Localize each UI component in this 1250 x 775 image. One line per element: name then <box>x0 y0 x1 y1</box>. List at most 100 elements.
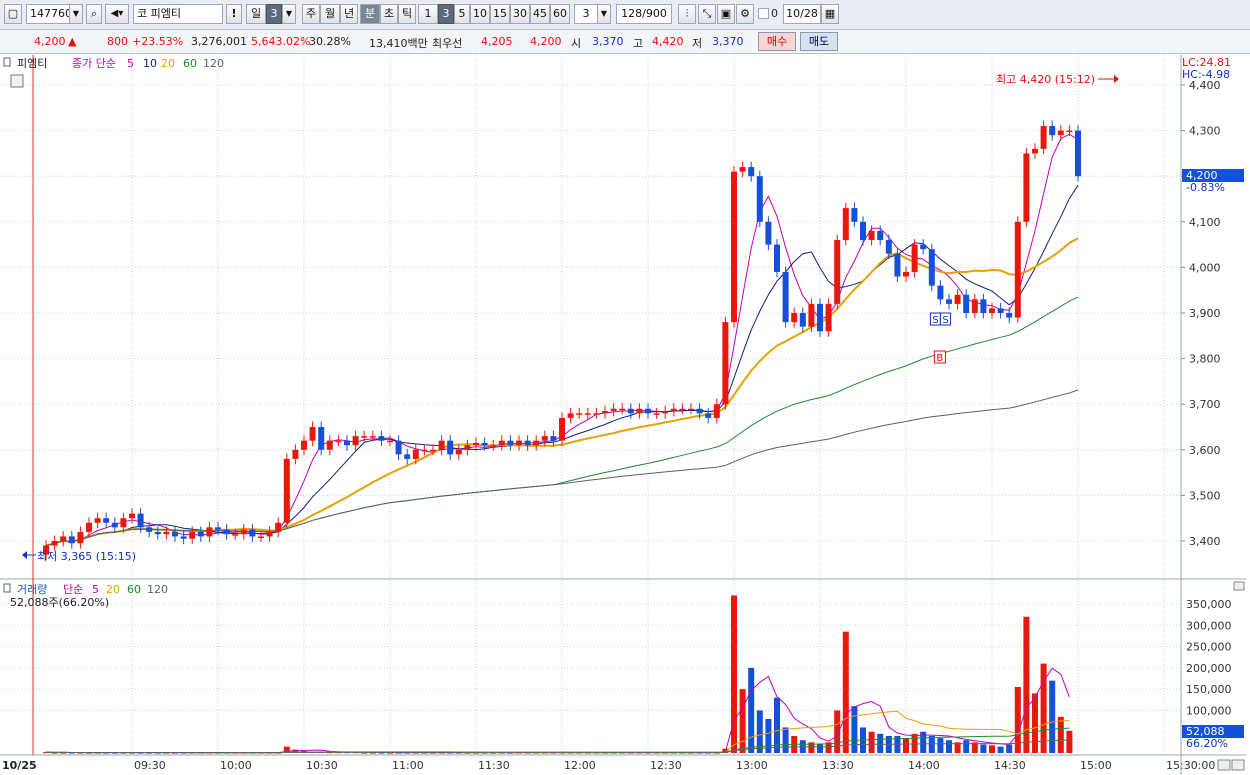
candle-body <box>567 413 574 418</box>
high-price: 4,420 <box>652 35 684 48</box>
volume-bar <box>748 667 755 753</box>
grid-toggle-icon[interactable] <box>10 74 24 88</box>
scroll-right-icon[interactable] <box>1231 759 1245 771</box>
quote-amount: 13,410백만 <box>369 37 428 50</box>
volume-bar <box>868 731 875 753</box>
tab-minute[interactable]: 분 <box>360 4 380 24</box>
ma5-label: 5 <box>127 57 134 70</box>
candle-body <box>266 531 273 537</box>
volume-bar <box>937 738 944 753</box>
market-label: 코 <box>137 7 148 20</box>
candle-body <box>361 436 368 438</box>
candle-body <box>481 442 488 446</box>
vol-ma60-label: 60 <box>127 583 141 596</box>
candle-body <box>550 436 557 441</box>
quote-price: 4,200 <box>34 35 66 48</box>
interval-input[interactable]: 3 <box>574 4 598 24</box>
buy-button[interactable]: 매수 <box>758 32 796 51</box>
volume-bar <box>851 706 858 753</box>
up-arrow-icon: ▲ <box>68 35 77 48</box>
price-panel-title: 피엠티 <box>17 57 47 70</box>
volume-tick-label: 100,000 <box>1186 704 1232 717</box>
candle-body <box>240 529 247 535</box>
candle-body <box>619 408 626 411</box>
interval-60-button[interactable]: 60 <box>550 4 570 24</box>
gear-icon[interactable]: ⚙ <box>736 4 754 24</box>
date-field[interactable]: 10/28 <box>783 4 821 24</box>
interval-1-button[interactable]: 1 <box>418 4 438 24</box>
candle-body <box>395 440 402 455</box>
candle-body <box>696 408 703 414</box>
candle-body <box>791 313 798 323</box>
candle-body <box>275 522 282 532</box>
interval-5-button[interactable]: 5 <box>454 4 470 24</box>
count-field[interactable]: 128/900 <box>616 4 672 24</box>
candle-body <box>318 427 325 450</box>
candle-body <box>610 408 617 412</box>
candle-body <box>352 436 359 446</box>
speaker-icon[interactable]: ◀▾ <box>105 4 129 24</box>
candle-body <box>834 240 841 304</box>
search-icon[interactable]: ⌕ <box>86 4 102 24</box>
candle-body <box>421 449 428 452</box>
time-tick-label: 12:00 <box>564 759 596 772</box>
ma60-label: 60 <box>183 57 197 70</box>
save-icon[interactable]: ▣ <box>717 4 735 24</box>
candle-body <box>51 541 58 546</box>
stock-name: 피엠티 <box>150 7 181 20</box>
tab-tick[interactable]: 틱 <box>398 4 416 24</box>
volume-bar <box>1032 693 1038 753</box>
calendar-icon[interactable]: ▦ <box>821 4 839 24</box>
candle-body <box>885 240 892 254</box>
candle-body <box>584 413 591 415</box>
period-dropdown-icon[interactable]: ▼ <box>282 4 296 24</box>
tab-second[interactable]: 초 <box>380 4 398 24</box>
window-icon[interactable]: ▢ <box>4 4 22 24</box>
candle-body <box>189 531 196 539</box>
open-price: 3,370 <box>592 35 624 48</box>
candle-body <box>464 445 471 450</box>
stock-name-field[interactable]: 코 피엠티 <box>133 4 223 24</box>
candle-body <box>662 411 669 414</box>
code-dropdown-icon[interactable]: ▼ <box>69 4 83 24</box>
volume-bar <box>903 738 909 753</box>
candle-body <box>326 440 333 450</box>
line-tool-icon[interactable]: ⤡ <box>698 4 716 24</box>
tab-week[interactable]: 주 <box>302 4 320 24</box>
low-price: 3,370 <box>712 35 744 48</box>
vol-ma20-label: 20 <box>106 583 120 596</box>
candle-body <box>971 299 978 313</box>
period-num[interactable]: 3 <box>266 4 282 24</box>
candle-body <box>782 271 789 323</box>
candle-body <box>206 527 213 537</box>
interval-10-button[interactable]: 10 <box>470 4 490 24</box>
price-tick-label: 3,800 <box>1189 353 1221 366</box>
price-tick-label: 3,700 <box>1189 398 1221 411</box>
interval-3-button[interactable]: 3 <box>438 4 454 24</box>
code-input[interactable]: 147760 <box>26 4 72 24</box>
candle-body <box>1075 130 1081 177</box>
tab-year[interactable]: 년 <box>340 4 358 24</box>
vol-panel-close-icon[interactable] <box>1233 581 1245 591</box>
date-checkbox[interactable] <box>758 8 769 19</box>
high-annotation: 최고 4,420 (15:12) <box>996 73 1095 86</box>
sell-button[interactable]: 매도 <box>800 32 838 51</box>
interval-dropdown-icon[interactable]: ▼ <box>597 4 611 24</box>
volume-bar <box>980 744 987 753</box>
interval-30-button[interactable]: 30 <box>510 4 530 24</box>
price-volume-chart[interactable]: 4,4004,3004,2004,1004,0003,9003,8003,700… <box>0 55 1250 775</box>
interval-15-button[interactable]: 15 <box>490 4 510 24</box>
tab-month[interactable]: 월 <box>320 4 340 24</box>
time-tick-label: 15:30:00 <box>1166 759 1215 772</box>
interval-45-button[interactable]: 45 <box>530 4 550 24</box>
candle-icon[interactable]: ⫶ <box>678 4 696 24</box>
price-tick-label: 3,900 <box>1189 307 1221 320</box>
candle-body <box>335 440 342 443</box>
time-tick-label: 14:00 <box>908 759 940 772</box>
scroll-left-icon[interactable] <box>1217 759 1231 771</box>
candle-body <box>928 249 935 286</box>
candle-body <box>309 427 316 441</box>
alert-button[interactable]: ! <box>226 4 242 24</box>
tab-day[interactable]: 일 <box>246 4 266 24</box>
candle-body <box>344 440 350 446</box>
